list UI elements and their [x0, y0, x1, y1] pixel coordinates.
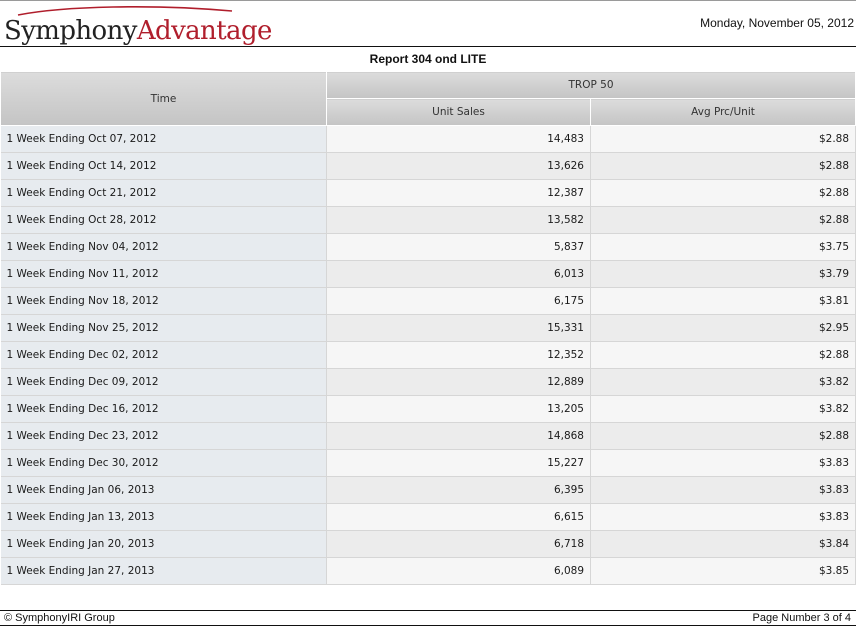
table-row: 1 Week Ending Nov 25, 2012 15,331 $2.95 — [0, 314, 856, 342]
table-row: 1 Week Ending Nov 18, 2012 6,175 $3.81 — [0, 287, 856, 315]
cell-time: 1 Week Ending Dec 02, 2012 — [0, 341, 327, 369]
cell-avg-price: $3.83 — [590, 449, 856, 477]
logo-text: SymphonyAdvantage — [4, 16, 272, 46]
column-header-unit-sales[interactable]: Unit Sales — [326, 98, 591, 126]
table-row: 1 Week Ending Dec 30, 2012 15,227 $3.83 — [0, 449, 856, 477]
table-row: 1 Week Ending Dec 02, 2012 12,352 $2.88 — [0, 341, 856, 369]
cell-unit-sales: 6,013 — [326, 260, 591, 288]
table-row: 1 Week Ending Oct 07, 2012 14,483 $2.88 — [0, 125, 856, 153]
cell-time: 1 Week Ending Oct 07, 2012 — [0, 125, 327, 153]
cell-unit-sales: 15,227 — [326, 449, 591, 477]
cell-avg-price: $3.82 — [590, 395, 856, 423]
table-row: 1 Week Ending Dec 09, 2012 12,889 $3.82 — [0, 368, 856, 396]
cell-time: 1 Week Ending Oct 14, 2012 — [0, 152, 327, 180]
cell-unit-sales: 12,352 — [326, 341, 591, 369]
cell-avg-price: $3.84 — [590, 530, 856, 558]
cell-unit-sales: 13,582 — [326, 206, 591, 234]
cell-avg-price: $3.75 — [590, 233, 856, 261]
cell-time: 1 Week Ending Dec 09, 2012 — [0, 368, 327, 396]
table-row: 1 Week Ending Dec 16, 2012 13,205 $3.82 — [0, 395, 856, 423]
table-body: 1 Week Ending Oct 07, 2012 14,483 $2.88 1 W… — [0, 125, 856, 585]
column-header-avg-price[interactable]: Avg Prc/Unit — [589, 98, 856, 126]
column-group-header[interactable]: TROP 50 — [325, 71, 856, 99]
column-header-time[interactable]: Time — [0, 71, 327, 126]
header-divider — [0, 46, 856, 47]
cell-unit-sales: 12,889 — [326, 368, 591, 396]
table-row: 1 Week Ending Oct 14, 2012 13,626 $2.88 — [0, 152, 856, 180]
cell-time: 1 Week Ending Nov 18, 2012 — [0, 287, 327, 315]
cell-avg-price: $2.88 — [590, 422, 856, 450]
cell-avg-price: $2.95 — [590, 314, 856, 342]
cell-avg-price: $3.82 — [590, 368, 856, 396]
cell-time: 1 Week Ending Dec 23, 2012 — [0, 422, 327, 450]
cell-unit-sales: 6,615 — [326, 503, 591, 531]
table-row: 1 Week Ending Nov 04, 2012 5,837 $3.75 — [0, 233, 856, 261]
logo-text-advantage: Advantage — [136, 16, 273, 46]
table-row: 1 Week Ending Jan 06, 2013 6,395 $3.83 — [0, 476, 856, 504]
cell-time: 1 Week Ending Nov 25, 2012 — [0, 314, 327, 342]
cell-unit-sales: 13,205 — [326, 395, 591, 423]
cell-avg-price: $3.85 — [590, 557, 856, 585]
cell-avg-price: $3.79 — [590, 260, 856, 288]
footer-page-number: Page Number 3 of 4 — [752, 612, 851, 624]
cell-unit-sales: 14,483 — [326, 125, 591, 153]
table-row: 1 Week Ending Jan 20, 2013 6,718 $3.84 — [0, 530, 856, 558]
cell-avg-price: $2.88 — [590, 125, 856, 153]
cell-time: 1 Week Ending Dec 30, 2012 — [0, 449, 327, 477]
table-row: 1 Week Ending Oct 28, 2012 13,582 $2.88 — [0, 206, 856, 234]
table-row: 1 Week Ending Dec 23, 2012 14,868 $2.88 — [0, 422, 856, 450]
footer-copyright: © SymphonyIRI Group — [4, 612, 115, 624]
report-date: Monday, November 05, 2012 — [700, 16, 854, 30]
cell-unit-sales: 6,175 — [326, 287, 591, 315]
cell-unit-sales: 15,331 — [326, 314, 591, 342]
cell-time: 1 Week Ending Jan 13, 2013 — [0, 503, 327, 531]
table-row: 1 Week Ending Jan 13, 2013 6,615 $3.83 — [0, 503, 856, 531]
cell-avg-price: $2.88 — [590, 179, 856, 207]
cell-avg-price: $2.88 — [590, 341, 856, 369]
table-row: 1 Week Ending Oct 21, 2012 12,387 $2.88 — [0, 179, 856, 207]
cell-time: 1 Week Ending Jan 06, 2013 — [0, 476, 327, 504]
footer-bottom-divider — [0, 625, 856, 626]
report-table: Time TROP 50 Unit Sales Avg Prc/Unit 1 W… — [0, 71, 856, 585]
cell-avg-price: $3.83 — [590, 503, 856, 531]
cell-time: 1 Week Ending Oct 28, 2012 — [0, 206, 327, 234]
cell-unit-sales: 6,089 — [326, 557, 591, 585]
footer-divider — [0, 610, 856, 611]
cell-time: 1 Week Ending Oct 21, 2012 — [0, 179, 327, 207]
table-row: 1 Week Ending Nov 11, 2012 6,013 $3.79 — [0, 260, 856, 288]
top-border — [0, 0, 856, 1]
cell-unit-sales: 12,387 — [326, 179, 591, 207]
cell-time: 1 Week Ending Nov 04, 2012 — [0, 233, 327, 261]
cell-avg-price: $2.88 — [590, 206, 856, 234]
cell-avg-price: $3.83 — [590, 476, 856, 504]
cell-unit-sales: 13,626 — [326, 152, 591, 180]
cell-unit-sales: 5,837 — [326, 233, 591, 261]
logo-text-symphony: Symphony — [4, 16, 137, 46]
table-row: 1 Week Ending Jan 27, 2013 6,089 $3.85 — [0, 557, 856, 585]
cell-unit-sales: 14,868 — [326, 422, 591, 450]
cell-avg-price: $2.88 — [590, 152, 856, 180]
symphony-advantage-logo: SymphonyAdvantage — [4, 4, 272, 48]
cell-unit-sales: 6,718 — [326, 530, 591, 558]
cell-time: 1 Week Ending Dec 16, 2012 — [0, 395, 327, 423]
cell-avg-price: $3.81 — [590, 287, 856, 315]
cell-time: 1 Week Ending Nov 11, 2012 — [0, 260, 327, 288]
cell-time: 1 Week Ending Jan 20, 2013 — [0, 530, 327, 558]
cell-unit-sales: 6,395 — [326, 476, 591, 504]
report-title: Report 304 ond LITE — [369, 52, 487, 66]
cell-time: 1 Week Ending Jan 27, 2013 — [0, 557, 327, 585]
